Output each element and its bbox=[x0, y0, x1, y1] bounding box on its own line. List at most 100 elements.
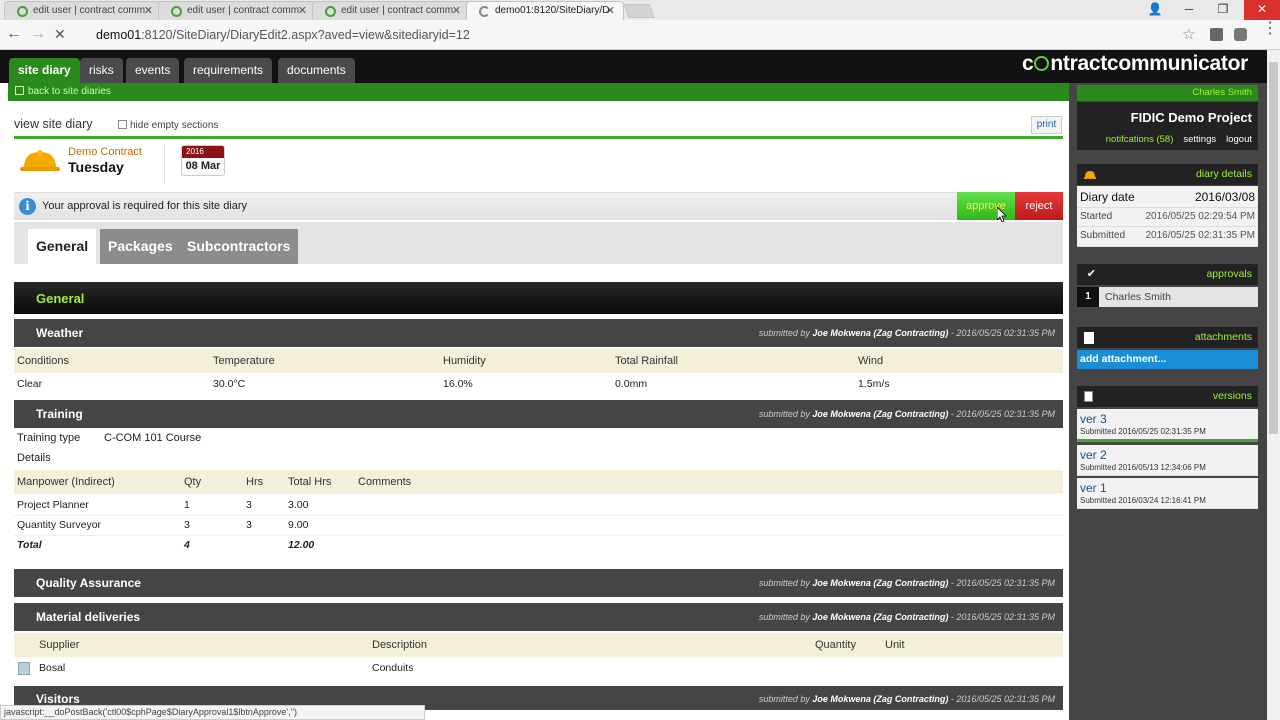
new-tab-button[interactable] bbox=[623, 4, 655, 18]
approvals-header: ✔ approvals bbox=[1077, 264, 1258, 285]
hardhat-icon bbox=[1084, 171, 1096, 179]
add-attachment-button[interactable]: add attachment... bbox=[1077, 350, 1258, 369]
approver-number: 1 bbox=[1077, 287, 1099, 307]
back-arrow-icon[interactable]: ← bbox=[6, 26, 22, 42]
close-tab-icon[interactable]: ✕ bbox=[144, 4, 153, 17]
table-cell: 3 bbox=[184, 519, 190, 531]
notifications-link[interactable]: notifcations (58) bbox=[1106, 134, 1174, 145]
checkbox-label: hide empty sections bbox=[130, 120, 219, 131]
page-title: view site diary bbox=[14, 117, 93, 131]
column-header: Unit bbox=[885, 639, 905, 651]
checkbox-box[interactable] bbox=[118, 120, 127, 129]
scrollbar-thumb[interactable] bbox=[1269, 62, 1278, 434]
stop-icon[interactable]: ✕ bbox=[54, 26, 66, 42]
row-divider bbox=[14, 515, 1063, 516]
browser-menu-icon[interactable]: ⋮ bbox=[1262, 21, 1278, 37]
column-header: Humidity bbox=[443, 355, 486, 367]
documents-icon bbox=[1084, 391, 1093, 402]
settings-link[interactable]: settings bbox=[1183, 134, 1216, 145]
submitted-by: Joe Mokwena (Zag Contracting) bbox=[812, 328, 949, 338]
tab-general[interactable]: General bbox=[28, 229, 97, 264]
contract-name[interactable]: Demo Contract bbox=[68, 146, 142, 158]
address-bar[interactable]: demo01:8120/SiteDiary/DiaryEdit2.aspx?av… bbox=[80, 24, 1204, 46]
close-tab-icon[interactable]: ✕ bbox=[298, 4, 307, 17]
delivery-note-icon[interactable] bbox=[18, 662, 30, 675]
close-window-button[interactable]: ✕ bbox=[1244, 0, 1280, 20]
close-tab-icon[interactable]: ✕ bbox=[452, 4, 461, 17]
browser-tab[interactable]: edit user | contract comm ✕ bbox=[4, 1, 162, 20]
project-panel: FIDIC Demo Project notifcations (58) sett… bbox=[1077, 102, 1258, 150]
row-label: Started bbox=[1080, 211, 1113, 222]
extension-icon[interactable] bbox=[1210, 28, 1223, 41]
details-label: Details bbox=[17, 452, 51, 464]
table-cell: 3 bbox=[246, 519, 252, 531]
bookmark-star-icon[interactable]: ☆ bbox=[1182, 25, 1195, 43]
browser-tab-active[interactable]: demo01:8120/SiteDiary/D ✕ bbox=[466, 1, 624, 20]
section-heading: Training bbox=[36, 407, 83, 421]
submitted-info: submitted by Joe Mokwena (Zag Contractin… bbox=[759, 409, 1055, 419]
submitted-time: - 2016/05/25 02:31:35 PM bbox=[950, 328, 1055, 338]
browser-tab[interactable]: edit user | contract comm ✕ bbox=[158, 1, 316, 20]
browser-tab[interactable]: edit user | contract comm ✕ bbox=[312, 1, 470, 20]
material-deliveries-section-header[interactable]: Material deliveries submitted by Joe Mok… bbox=[14, 603, 1063, 631]
print-button[interactable]: print bbox=[1031, 116, 1062, 134]
table-cell: 1 bbox=[184, 499, 190, 511]
user-profile-icon[interactable]: 👤 bbox=[1140, 0, 1170, 20]
version-item[interactable]: ver 2 Submitted 2016/05/13 12:34:06 PM bbox=[1077, 445, 1258, 476]
tab-subcontractors[interactable]: Subcontractors bbox=[179, 229, 299, 264]
materials-table-header bbox=[14, 633, 1063, 657]
current-user[interactable]: Charles Smith bbox=[1077, 85, 1258, 101]
camera-extension-icon[interactable] bbox=[1234, 28, 1247, 41]
submitted-row: Submitted 2016/05/25 02:31:35 PM bbox=[1077, 227, 1258, 247]
browser-tab-title: edit user | contract comm bbox=[187, 5, 300, 16]
logout-link[interactable]: logout bbox=[1226, 134, 1252, 145]
version-item[interactable]: ver 3 Submitted 2016/05/25 02:31:35 PM bbox=[1077, 409, 1258, 442]
column-header: Comments bbox=[358, 476, 412, 488]
table-cell: Project Planner bbox=[17, 499, 89, 511]
quality-assurance-section-header[interactable]: Quality Assurance submitted by Joe Mokwe… bbox=[14, 569, 1063, 597]
forward-arrow-icon[interactable]: → bbox=[30, 26, 46, 42]
tab-packages[interactable]: Packages bbox=[100, 229, 181, 264]
calendar-date-badge: 2016 08 Mar bbox=[181, 145, 225, 176]
logo-text-end: ntractcommunicator bbox=[1050, 52, 1249, 75]
section-title-bar: General bbox=[14, 282, 1063, 314]
browser-tab-title: edit user | contract comm bbox=[33, 5, 146, 16]
section-heading: Visitors bbox=[36, 692, 80, 706]
minimize-button[interactable]: ─ bbox=[1174, 0, 1204, 20]
column-header: Qty bbox=[184, 476, 202, 488]
hide-empty-sections-checkbox[interactable]: hide empty sections bbox=[118, 120, 218, 131]
table-cell: 9.00 bbox=[288, 519, 309, 531]
divider bbox=[164, 144, 165, 184]
mouse-cursor-icon bbox=[997, 207, 1007, 223]
nav-tab-requirements[interactable]: requirements bbox=[184, 58, 273, 83]
weather-section-header[interactable]: Weather submitted by Joe Mokwena (Zag Co… bbox=[14, 319, 1063, 347]
diary-day: Tuesday bbox=[68, 159, 124, 175]
column-header: Wind bbox=[858, 355, 884, 367]
table-cell: 16.0% bbox=[443, 378, 473, 390]
user-links: notifcations (58) settings logout bbox=[1096, 134, 1252, 145]
nav-tab-risks[interactable]: risks bbox=[80, 58, 123, 83]
site-favicon-icon bbox=[325, 6, 336, 17]
reject-button[interactable]: reject bbox=[1015, 192, 1063, 220]
submitted-time: - 2016/05/25 02:31:35 PM bbox=[950, 612, 1055, 622]
row-divider bbox=[14, 535, 1063, 536]
submitted-prefix: submitted by bbox=[758, 612, 810, 622]
version-item[interactable]: ver 1 Submitted 2016/03/24 12:16:41 PM bbox=[1077, 478, 1258, 509]
table-cell: Bosal bbox=[39, 662, 66, 674]
back-to-site-diaries-link[interactable]: back to site diaries bbox=[15, 86, 111, 97]
training-section-header[interactable]: Training submitted by Joe Mokwena (Zag C… bbox=[14, 400, 1063, 428]
version-submitted: Submitted 2016/03/24 12:16:41 PM bbox=[1080, 496, 1206, 505]
site-favicon-icon bbox=[17, 6, 28, 17]
nav-tab-documents[interactable]: documents bbox=[278, 58, 355, 83]
nav-tab-site-diary[interactable]: site diary bbox=[9, 58, 80, 83]
submitted-by: Joe Mokwena (Zag Contracting) bbox=[812, 612, 949, 622]
submitted-by: Joe Mokwena (Zag Contracting) bbox=[812, 578, 949, 588]
column-header: Total Rainfall bbox=[615, 355, 678, 367]
maximize-button[interactable]: ❐ bbox=[1208, 0, 1238, 20]
nav-tab-events[interactable]: events bbox=[126, 58, 180, 83]
close-tab-icon[interactable]: ✕ bbox=[606, 4, 615, 17]
column-header: Conditions bbox=[17, 355, 69, 367]
training-table-header bbox=[14, 470, 1063, 494]
sub-nav-bar bbox=[8, 83, 1069, 101]
panel-title: approvals bbox=[1206, 268, 1252, 280]
